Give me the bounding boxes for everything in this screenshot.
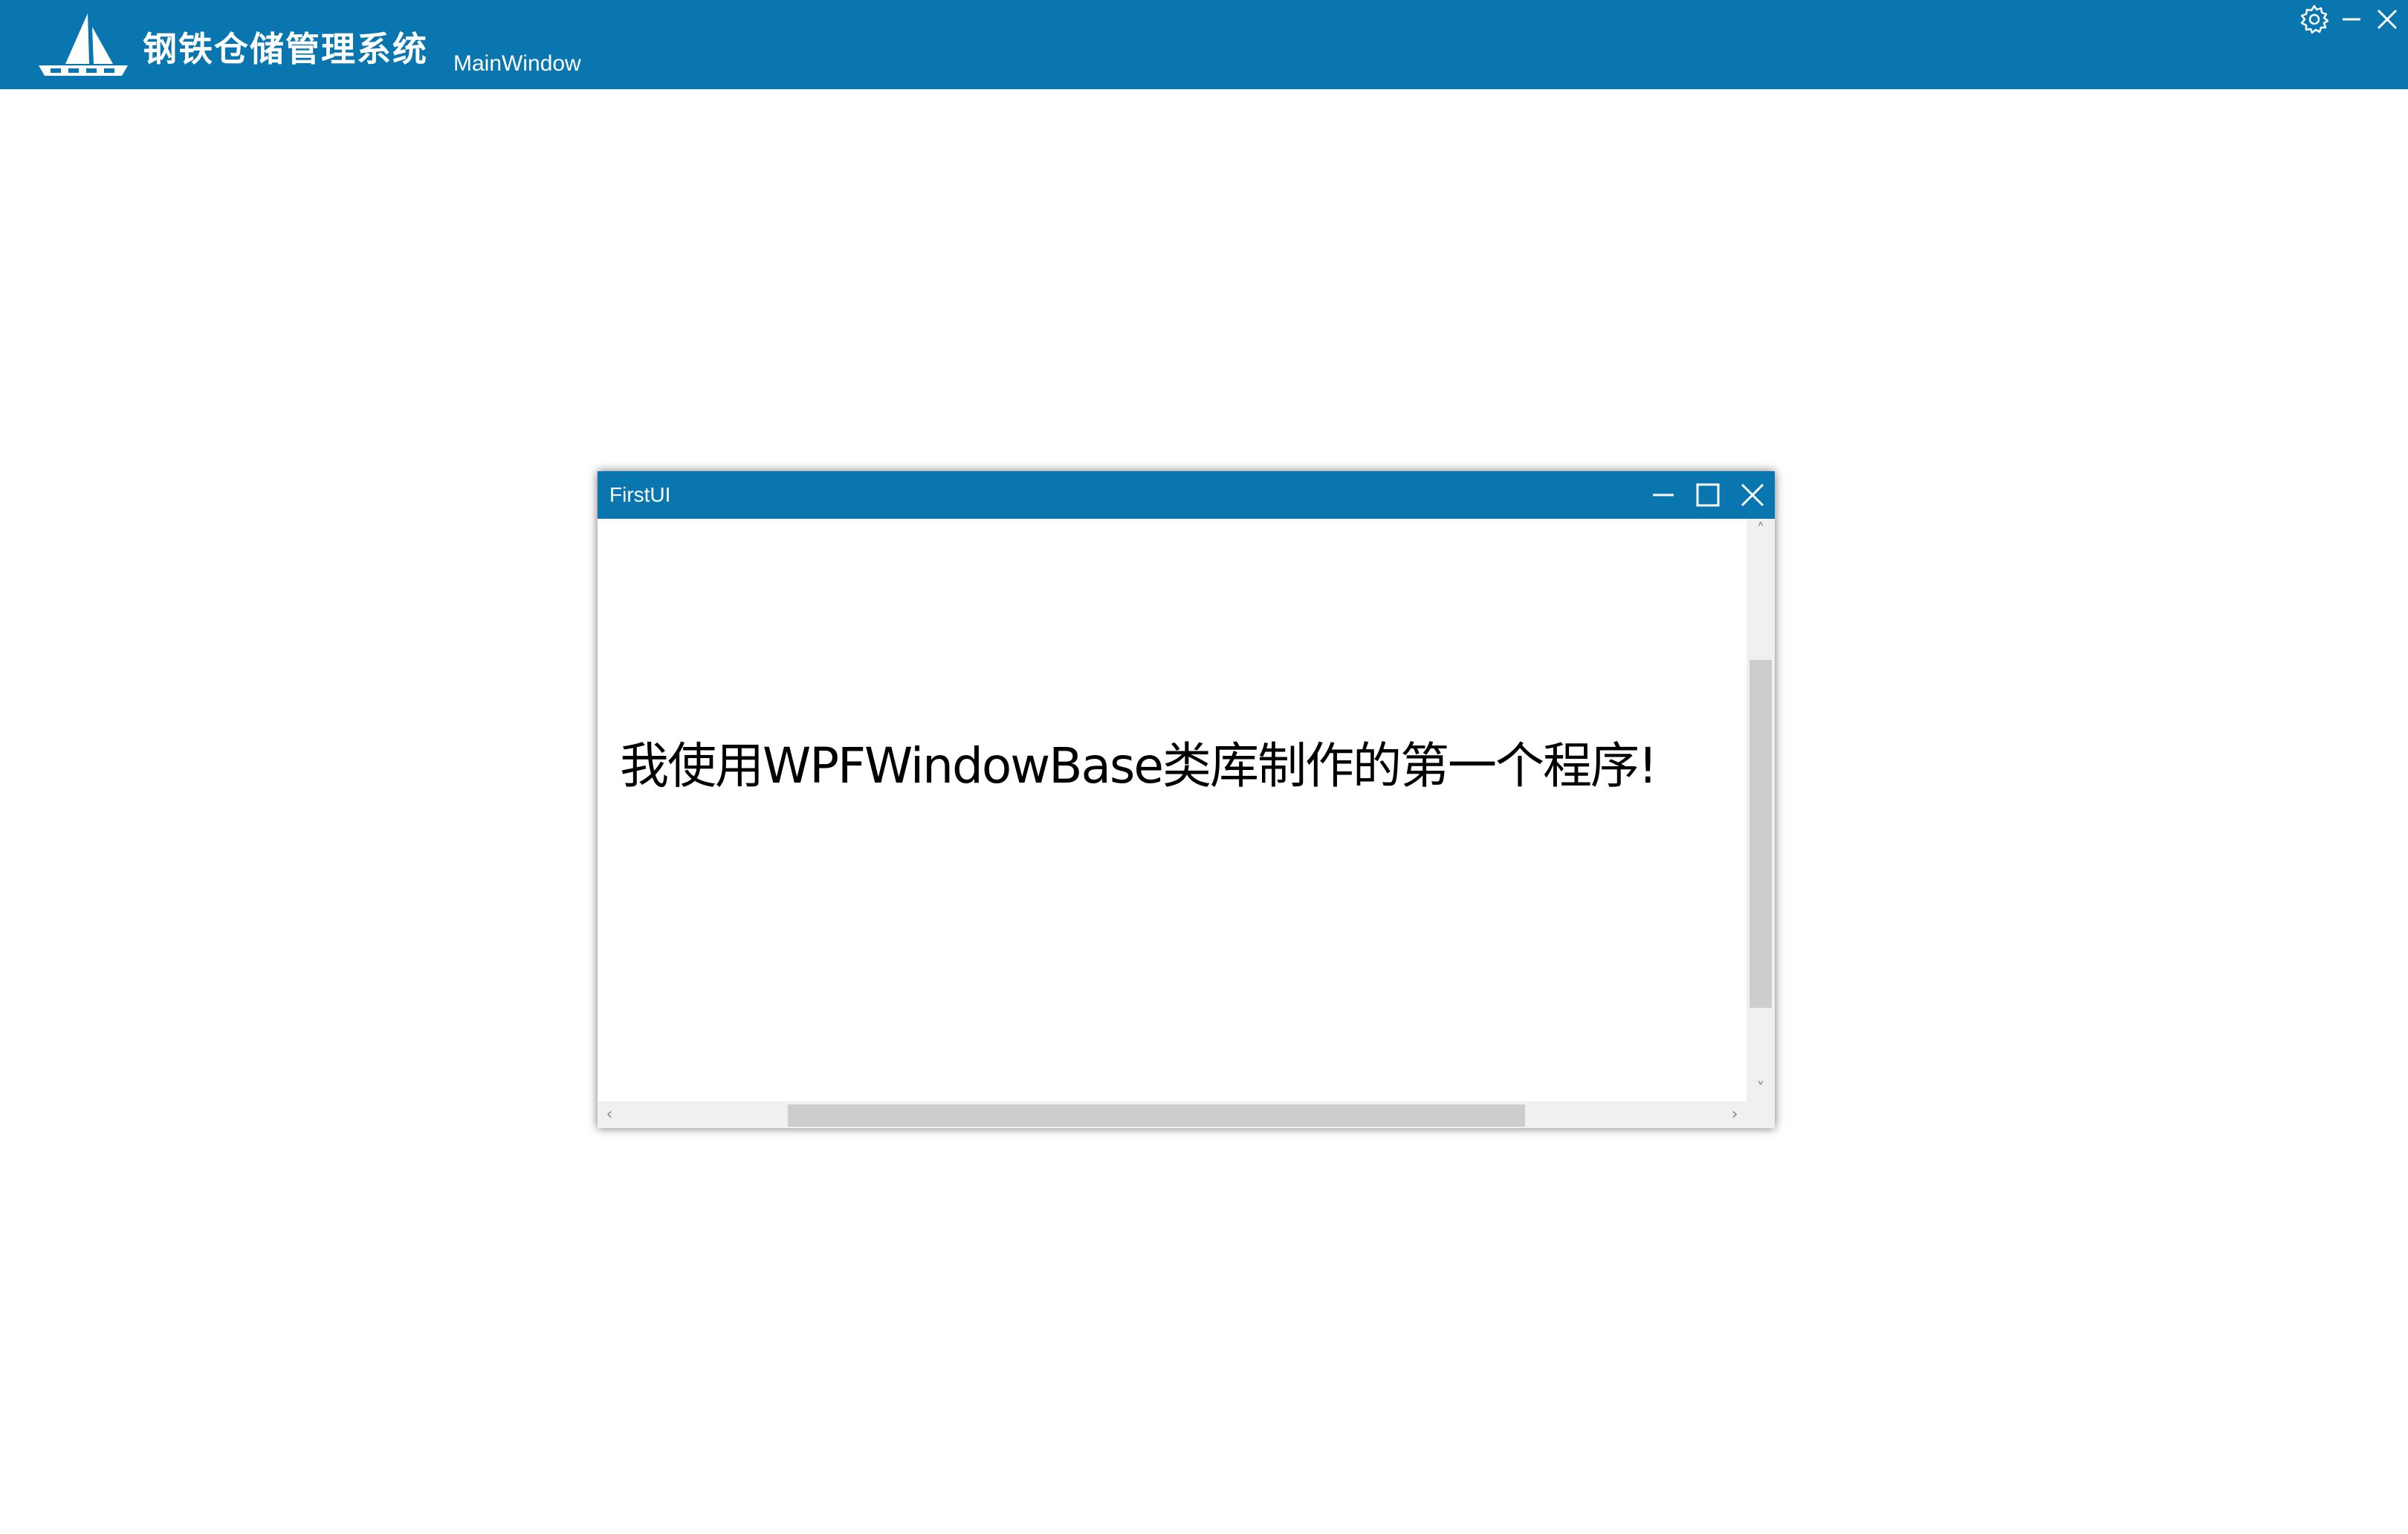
minimize-icon[interactable] [2334,1,2369,37]
vertical-scroll-thumb[interactable] [1750,660,1772,1008]
scroll-left-arrow[interactable]: ‹ [598,1101,621,1128]
message-text: 我使用WPFWindowBase类库制作的第一个程序! [620,737,1657,794]
sailboat-logo-icon [36,12,131,79]
scroll-up-arrow[interactable]: ˄ [1747,519,1775,543]
child-titlebar[interactable]: FirstUI [598,471,1775,519]
child-content-area: 我使用WPFWindowBase类库制作的第一个程序! [598,519,1747,1101]
horizontal-scrollbar[interactable]: ‹ › [598,1101,1747,1128]
maximize-icon[interactable] [1690,477,1726,513]
child-window-title: FirstUI [609,483,671,506]
gear-icon[interactable] [2297,1,2332,37]
app-title: 钢铁仓储管理系统 [143,29,428,69]
scroll-down-arrow[interactable]: ˅ [1747,1078,1775,1101]
scroll-right-arrow[interactable]: › [1723,1101,1747,1128]
vertical-scrollbar[interactable]: ˄ ˅ [1747,519,1775,1101]
horizontal-scroll-thumb[interactable] [788,1104,1525,1127]
close-icon[interactable] [1735,477,1770,513]
main-titlebar[interactable]: 钢铁仓储管理系统 MainWindow [0,0,2408,89]
minimize-icon[interactable] [1645,477,1681,513]
close-icon[interactable] [2369,1,2405,37]
scroll-corner [1747,1101,1775,1128]
window-name: MainWindow [453,51,581,76]
child-window[interactable]: FirstUI 我使用WPFWindowBase类库制作的第一个程序! ˄ ˅ … [598,471,1775,1128]
